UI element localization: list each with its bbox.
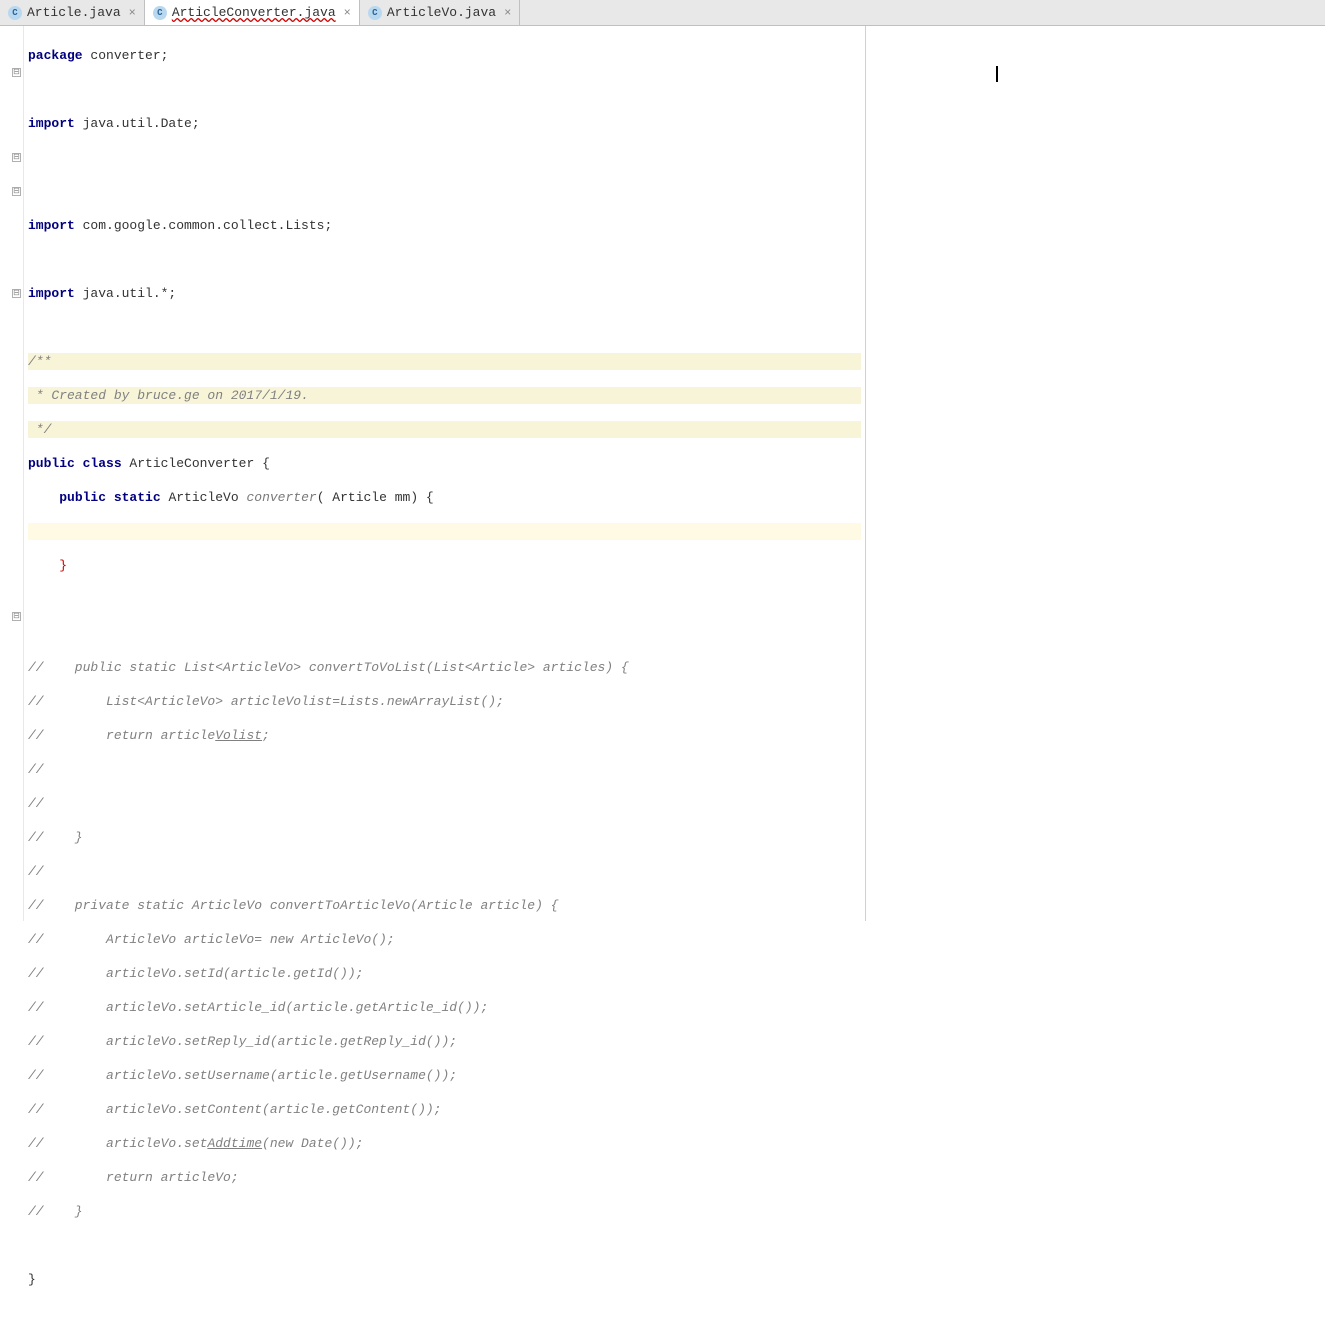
class-name: ArticleConverter: [122, 456, 262, 471]
tab-bar: C Article.java × C ArticleConverter.java…: [0, 0, 1325, 26]
text-cursor-icon: [996, 66, 998, 82]
code-text: java.util.Date;: [75, 116, 200, 131]
keyword: package: [28, 48, 83, 63]
javadoc-comment: * Created by bruce.ge on 2017/1/19.: [28, 388, 309, 403]
comment: (new Date());: [262, 1136, 363, 1151]
javadoc-comment: /**: [28, 354, 51, 369]
comment: // articleVo.set: [28, 1136, 207, 1151]
keyword: import: [28, 116, 75, 131]
close-icon[interactable]: ×: [344, 6, 351, 20]
close-icon[interactable]: ×: [504, 6, 511, 20]
param-name: mm: [395, 490, 411, 505]
brace: {: [262, 456, 270, 471]
comment: // List<ArticleVo> articleVolist=Lists.n…: [28, 694, 504, 709]
param-type: Article: [332, 490, 394, 505]
comment: // articleVo.setId(article.getId());: [28, 966, 363, 981]
fold-icon[interactable]: ⊟: [12, 187, 21, 196]
comment: ;: [262, 728, 270, 743]
tab-article[interactable]: C Article.java ×: [0, 0, 145, 25]
keyword: import: [28, 218, 75, 233]
comment: // articleVo.setContent(article.getConte…: [28, 1102, 441, 1117]
tab-label: ArticleConverter.java: [172, 5, 336, 20]
javadoc-comment: */: [28, 422, 51, 437]
comment: Volist: [215, 728, 262, 743]
gutter: ⊟ ⊟ ⊟ ⊟ ⊟: [0, 26, 24, 921]
comment: // public static List<ArticleVo> convert…: [28, 660, 629, 675]
class-file-icon: C: [153, 6, 167, 20]
indent: [28, 558, 59, 573]
paren: (: [317, 490, 333, 505]
comment: //: [28, 864, 44, 879]
fold-icon[interactable]: ⊟: [12, 289, 21, 298]
comment: //: [28, 762, 44, 777]
tab-label: Article.java: [27, 5, 121, 20]
right-panel[interactable]: [865, 26, 1325, 921]
tab-article-vo[interactable]: C ArticleVo.java ×: [360, 0, 520, 25]
comment: // articleVo.setUsername(article.getUser…: [28, 1068, 457, 1083]
fold-icon[interactable]: ⊟: [12, 153, 21, 162]
comment: //: [28, 796, 44, 811]
indent: [28, 490, 59, 505]
comment: Addtime: [207, 1136, 262, 1151]
method-name: converter: [246, 490, 316, 505]
comment: // ArticleVo articleVo= new ArticleVo();: [28, 932, 395, 947]
class-file-icon: C: [368, 6, 382, 20]
comment: // }: [28, 830, 83, 845]
keyword: public static: [59, 490, 160, 505]
return-type: ArticleVo: [161, 490, 247, 505]
comment: // return article: [28, 728, 215, 743]
comment: // }: [28, 1204, 83, 1219]
code-text: converter;: [83, 48, 169, 63]
keyword: import: [28, 286, 75, 301]
code-editor[interactable]: package converter; import java.util.Date…: [24, 26, 865, 921]
comment: // articleVo.setArticle_id(article.getAr…: [28, 1000, 488, 1015]
tab-label: ArticleVo.java: [387, 5, 496, 20]
brace: }: [28, 1272, 36, 1287]
editor-container: ⊟ ⊟ ⊟ ⊟ ⊟ package converter; import: [0, 26, 1325, 921]
code-text: com.google.common.collect.Lists;: [75, 218, 332, 233]
comment: // articleVo.setReply_id(article.getRepl…: [28, 1034, 457, 1049]
tab-article-converter[interactable]: C ArticleConverter.java ×: [145, 0, 360, 25]
code-text: java.util.*;: [75, 286, 176, 301]
keyword: public class: [28, 456, 122, 471]
fold-icon[interactable]: ⊟: [12, 612, 21, 621]
close-icon[interactable]: ×: [129, 6, 136, 20]
fold-icon[interactable]: ⊟: [12, 68, 21, 77]
error-brace: }: [59, 558, 67, 573]
comment: // return articleVo;: [28, 1170, 239, 1185]
close-paren: ) {: [410, 490, 433, 505]
comment: // private static ArticleVo convertToArt…: [28, 898, 559, 913]
class-file-icon: C: [8, 6, 22, 20]
